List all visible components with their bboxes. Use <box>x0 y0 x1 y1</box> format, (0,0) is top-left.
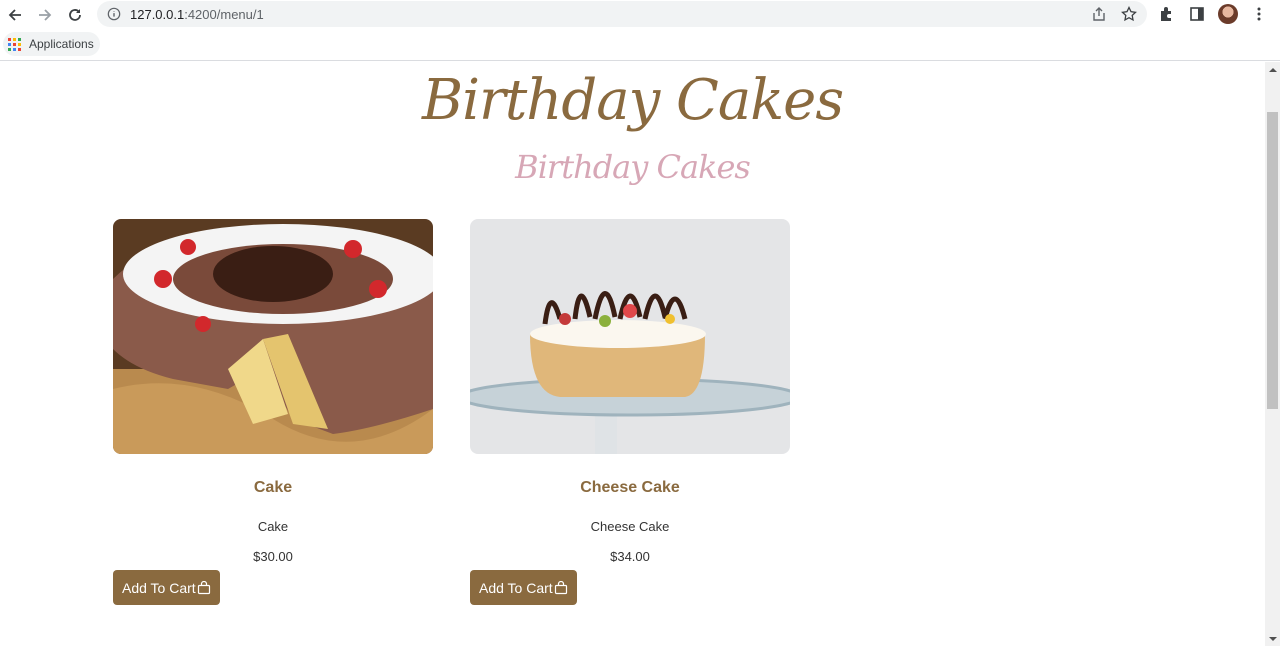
bookmark-applications[interactable]: Applications <box>3 32 100 56</box>
info-icon[interactable] <box>107 7 121 21</box>
shopping-bag-icon <box>197 580 210 594</box>
product-image-cake <box>113 219 433 454</box>
avatar[interactable] <box>1218 4 1238 24</box>
menu-icon[interactable] <box>1250 5 1268 23</box>
url-text: 127.0.0.1:4200/menu/1 <box>130 7 264 22</box>
back-icon <box>8 8 21 21</box>
star-icon[interactable] <box>1121 6 1137 22</box>
product-price: $34.00 <box>610 549 650 564</box>
url-host: 127.0.0.1 <box>130 6 185 22</box>
apps-icon <box>8 37 21 51</box>
product-image-cheese-cake <box>470 219 790 454</box>
forward-button[interactable] <box>30 0 60 29</box>
address-bar[interactable]: 127.0.0.1:4200/menu/1 <box>97 1 1147 27</box>
page-scrollbar[interactable] <box>1265 62 1280 646</box>
add-to-cart-button[interactable]: Add To Cart <box>113 570 220 605</box>
add-to-cart-button[interactable]: Add To Cart <box>470 570 577 605</box>
product-name: Cake <box>253 479 293 496</box>
browser-toolbar: 127.0.0.1:4200/menu/1 <box>0 0 1280 29</box>
product-description: Cheese Cake <box>590 519 670 534</box>
scroll-up-arrow[interactable] <box>1265 62 1280 77</box>
product-card: Cake Cake $30.00 Add To Cart <box>113 219 433 605</box>
url-path: :4200/menu/1 <box>184 6 264 22</box>
product-name: Cheese Cake <box>580 479 680 496</box>
product-card: Cheese Cake Cheese Cake $34.00 Add To Ca… <box>470 219 790 605</box>
add-to-cart-label: Add To Cart <box>122 579 196 596</box>
shopping-bag-icon <box>554 580 567 594</box>
bookmarks-bar: Applications <box>0 29 1280 61</box>
sidepanel-icon[interactable] <box>1188 5 1206 23</box>
page-subtitle: Birthday Cakes <box>515 148 751 186</box>
reload-button[interactable] <box>60 0 90 29</box>
page-viewport: Birthday Cakes Birthday Cakes Cake Cake … <box>0 62 1265 646</box>
back-button[interactable] <box>0 0 30 29</box>
scroll-down-arrow[interactable] <box>1265 631 1280 646</box>
reload-icon <box>69 8 81 21</box>
add-to-cart-label: Add To Cart <box>479 579 553 596</box>
forward-icon <box>39 8 52 21</box>
product-description: Cake <box>257 519 289 534</box>
scroll-thumb[interactable] <box>1267 112 1278 409</box>
product-price: $30.00 <box>253 549 293 564</box>
page-title: Birthday Cakes <box>421 68 844 133</box>
extensions-icon[interactable] <box>1158 5 1176 23</box>
bookmark-label: Applications <box>29 37 94 51</box>
share-icon[interactable] <box>1091 6 1107 22</box>
